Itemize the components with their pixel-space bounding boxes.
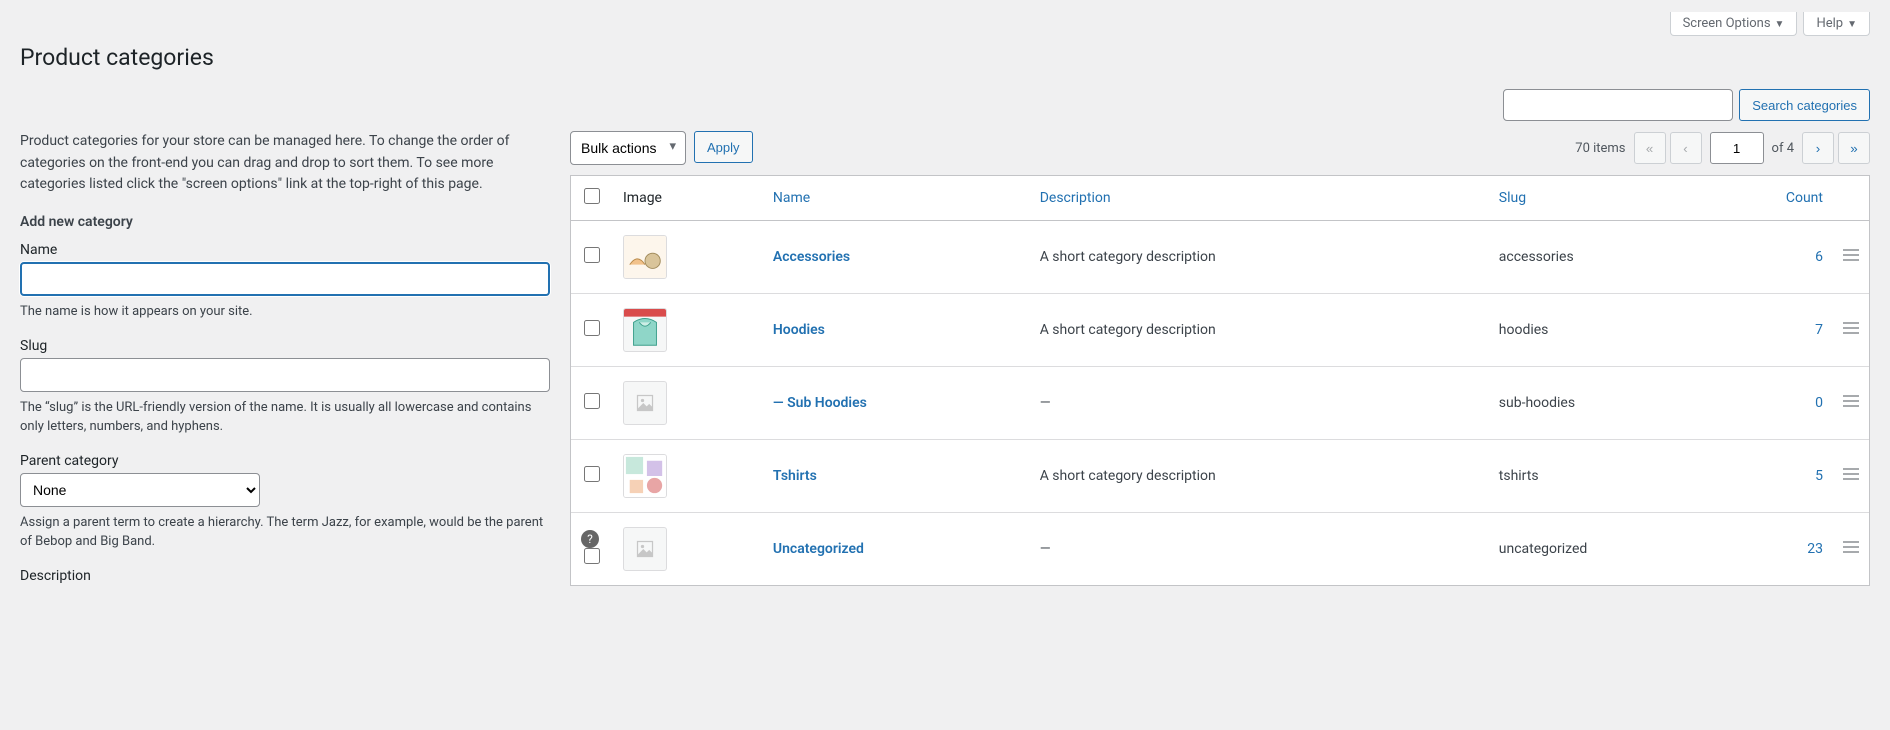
- row-checkbox[interactable]: [584, 247, 600, 263]
- category-count-link[interactable]: 23: [1807, 541, 1823, 557]
- row-checkbox[interactable]: [584, 548, 600, 564]
- name-field[interactable]: [20, 262, 550, 296]
- category-name-link[interactable]: Accessories: [773, 249, 850, 265]
- slug-label: Slug: [20, 338, 550, 354]
- col-description[interactable]: Description: [1030, 176, 1489, 221]
- table-row: Hoodies A short category descriptionhoodi…: [571, 294, 1869, 367]
- category-name-link[interactable]: Hoodies: [773, 322, 825, 338]
- category-count-link[interactable]: 0: [1815, 395, 1823, 411]
- next-page-button[interactable]: ›: [1802, 132, 1834, 164]
- row-checkbox[interactable]: [584, 320, 600, 336]
- table-row: — Sub Hoodies —sub-hoodies 0: [571, 367, 1869, 440]
- parent-help: Assign a parent term to create a hierarc…: [20, 513, 550, 552]
- thumbnail: [623, 381, 667, 425]
- category-count-link[interactable]: 6: [1815, 249, 1823, 265]
- total-pages: of 4: [1772, 141, 1794, 156]
- row-checkbox[interactable]: [584, 393, 600, 409]
- select-all-checkbox[interactable]: [584, 188, 600, 204]
- help-icon[interactable]: ?: [581, 530, 599, 548]
- category-slug: accessories: [1489, 221, 1743, 294]
- category-slug: sub-hoodies: [1489, 367, 1743, 440]
- name-help: The name is how it appears on your site.: [20, 302, 550, 322]
- form-heading: Add new category: [20, 214, 550, 230]
- thumbnail: [623, 454, 667, 498]
- slug-field[interactable]: [20, 358, 550, 392]
- category-description: A short category description: [1030, 221, 1489, 294]
- intro-text: Product categories for your store can be…: [20, 131, 550, 196]
- slug-help: The “slug” is the URL-friendly version o…: [20, 398, 550, 437]
- thumbnail: [623, 308, 667, 352]
- table-row: Tshirts A short category descriptiontshir…: [571, 440, 1869, 513]
- first-page-button: «: [1634, 132, 1666, 164]
- category-count-link[interactable]: 7: [1815, 322, 1823, 338]
- category-name-link[interactable]: — Sub Hoodies: [773, 395, 867, 411]
- col-slug[interactable]: Slug: [1489, 176, 1743, 221]
- category-description: —: [1030, 513, 1489, 585]
- bulk-actions-select[interactable]: Bulk actions: [570, 131, 686, 165]
- category-slug: tshirts: [1489, 440, 1743, 513]
- chevron-down-icon: ▼: [1775, 19, 1785, 30]
- last-page-button[interactable]: »: [1838, 132, 1870, 164]
- category-description: A short category description: [1030, 294, 1489, 367]
- thumbnail: [623, 527, 667, 571]
- apply-button[interactable]: Apply: [694, 131, 753, 163]
- col-name[interactable]: Name: [763, 176, 1030, 221]
- category-name-link[interactable]: Tshirts: [773, 468, 817, 484]
- page-title: Product categories: [20, 44, 1870, 71]
- chevron-down-icon: ▼: [1847, 19, 1857, 30]
- drag-handle-icon[interactable]: [1833, 513, 1869, 585]
- row-checkbox[interactable]: [584, 466, 600, 482]
- table-row: ? Uncategorized —uncategorized 23: [571, 513, 1869, 585]
- parent-label: Parent category: [20, 453, 550, 469]
- category-name-link[interactable]: Uncategorized: [773, 541, 864, 557]
- category-count-link[interactable]: 5: [1815, 468, 1823, 484]
- screen-options-tab[interactable]: Screen Options▼: [1670, 12, 1798, 36]
- categories-table: Image Name Description Slug Count Access…: [570, 175, 1870, 586]
- drag-handle-icon[interactable]: [1833, 440, 1869, 513]
- category-description: —: [1030, 367, 1489, 440]
- parent-select[interactable]: None: [20, 473, 260, 507]
- prev-page-button: ‹: [1670, 132, 1702, 164]
- search-input[interactable]: [1503, 89, 1733, 121]
- category-slug: uncategorized: [1489, 513, 1743, 585]
- drag-handle-icon[interactable]: [1833, 221, 1869, 294]
- search-button[interactable]: Search categories: [1739, 89, 1870, 121]
- items-count: 70 items: [1575, 141, 1625, 156]
- description-label: Description: [20, 568, 550, 584]
- col-count[interactable]: Count: [1743, 176, 1833, 221]
- drag-handle-icon[interactable]: [1833, 294, 1869, 367]
- thumbnail: [623, 235, 667, 279]
- category-description: A short category description: [1030, 440, 1489, 513]
- help-tab[interactable]: Help▼: [1803, 12, 1870, 36]
- drag-handle-icon[interactable]: [1833, 367, 1869, 440]
- col-image: Image: [613, 176, 763, 221]
- category-slug: hoodies: [1489, 294, 1743, 367]
- name-label: Name: [20, 242, 550, 258]
- current-page-input[interactable]: [1710, 132, 1764, 164]
- table-row: Accessories A short category descriptiona…: [571, 221, 1869, 294]
